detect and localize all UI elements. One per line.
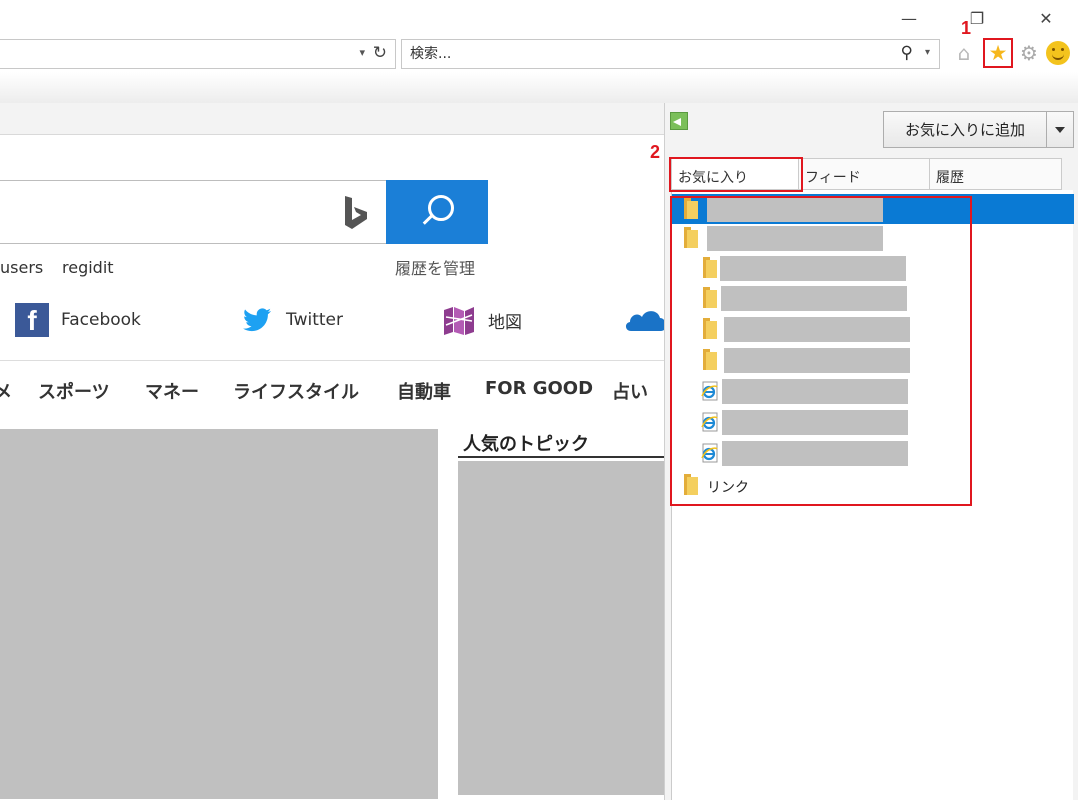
search-input[interactable] xyxy=(410,45,880,63)
featured-article-image[interactable] xyxy=(0,429,438,799)
toolbar-gap xyxy=(0,72,1078,104)
url-field[interactable]: ▾ ↻ xyxy=(0,39,396,69)
bing-search-button[interactable] xyxy=(386,180,488,244)
step-2-label: 2 xyxy=(650,142,661,162)
social-link-map[interactable]: 地図 xyxy=(442,300,522,340)
web-page: users regidit 履歴を管理 f Facebook Twitter 地… xyxy=(0,103,664,800)
minimize-button[interactable]: — xyxy=(895,6,923,30)
home-icon[interactable]: ⌂ xyxy=(951,40,977,66)
bing-logo-icon xyxy=(345,196,367,229)
category-link[interactable]: マネー xyxy=(145,378,199,404)
search-dropdown-icon[interactable]: ▾ xyxy=(925,47,930,58)
page-tab-strip xyxy=(0,103,664,135)
onedrive-icon[interactable] xyxy=(623,305,664,333)
social-link-facebook[interactable]: f Facebook xyxy=(15,300,141,340)
favorites-list-highlight xyxy=(670,196,972,506)
category-link[interactable]: ライフスタイル xyxy=(233,378,359,404)
add-to-favorites-dropdown[interactable] xyxy=(1046,111,1074,148)
category-link[interactable]: スポーツ xyxy=(38,378,110,404)
quick-link-regidit[interactable]: regidit xyxy=(62,258,114,277)
quick-link-users[interactable]: users xyxy=(0,258,43,277)
tab-history[interactable]: 履歴 xyxy=(930,158,1062,190)
search-box[interactable]: ⚲ ▾ xyxy=(401,39,940,69)
close-button[interactable]: ✕ xyxy=(1032,6,1060,30)
social-label: Twitter xyxy=(286,310,343,330)
tab-feeds[interactable]: フィード xyxy=(799,158,930,190)
popular-topics-image[interactable] xyxy=(458,461,664,795)
search-icon[interactable]: ⚲ xyxy=(901,43,913,63)
pin-to-side-icon[interactable] xyxy=(670,112,688,130)
popular-topics-title: 人気のトピック xyxy=(463,434,589,455)
manage-history-link[interactable]: 履歴を管理 xyxy=(395,255,475,279)
category-link[interactable]: FOR GOOD xyxy=(485,378,593,399)
social-link-twitter[interactable]: Twitter xyxy=(240,300,343,340)
step-2-highlight xyxy=(669,157,803,192)
category-link[interactable]: 占い xyxy=(612,378,648,404)
bing-search-input[interactable] xyxy=(0,180,386,244)
social-label: 地図 xyxy=(488,312,522,333)
title-bar: — ❐ ✕ xyxy=(0,0,1078,36)
category-link[interactable]: 自動車 xyxy=(397,378,451,404)
address-bar-row: ▾ ↻ ⚲ ▾ xyxy=(0,36,1078,72)
category-divider xyxy=(0,360,664,361)
step-1-label: 1 xyxy=(961,18,972,38)
add-to-favorites-button[interactable]: お気に入りに追加 xyxy=(883,111,1047,148)
category-link[interactable]: メ xyxy=(0,378,12,404)
smiley-icon[interactable] xyxy=(1046,41,1070,65)
topics-underline xyxy=(458,456,664,458)
search-icon xyxy=(428,195,454,221)
twitter-icon xyxy=(243,308,271,332)
social-label: Facebook xyxy=(61,310,141,330)
star-icon[interactable]: ★ xyxy=(983,38,1013,68)
facebook-icon: f xyxy=(15,303,49,337)
refresh-icon[interactable]: ↻ xyxy=(373,43,387,63)
url-dropdown-icon[interactable]: ▾ xyxy=(359,46,365,59)
map-icon xyxy=(444,307,474,335)
gear-icon[interactable]: ⚙ xyxy=(1016,40,1042,66)
